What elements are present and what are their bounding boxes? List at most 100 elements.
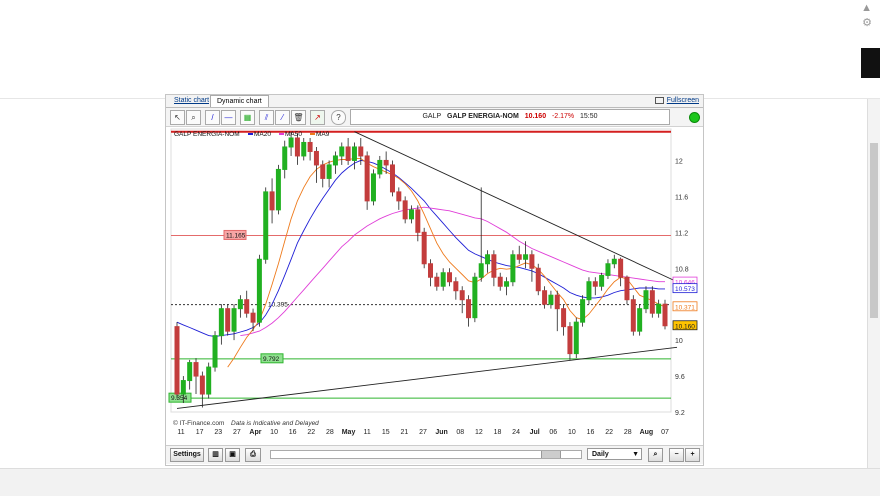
- chart-toolbar: ↖ ⌕ / — ▦ ⫽ ⁄ 🗑 ↗ ? GALP GALP ENERGIA-NO…: [166, 108, 703, 127]
- slider-thumb[interactable]: [541, 451, 561, 458]
- scroll-up-icon[interactable]: ▲: [861, 2, 872, 14]
- x-tick-label: 10: [270, 429, 278, 436]
- y-tick-label: 9.2: [675, 410, 685, 417]
- tab-dynamic-chart[interactable]: Dynamic chart: [210, 95, 269, 107]
- candle-body: [364, 155, 370, 202]
- candle-body: [193, 362, 199, 377]
- scrollbar-thumb[interactable]: [870, 143, 878, 318]
- candle-body: [618, 258, 624, 278]
- horizontal-line-label: 11.165: [226, 232, 246, 239]
- candle-body: [263, 191, 269, 260]
- candle-body: [662, 303, 668, 327]
- candle-body: [497, 276, 503, 287]
- candle-body: [294, 137, 300, 157]
- x-tick-label: 24: [512, 429, 520, 436]
- browser-top-area: ▲ ⚙: [0, 0, 880, 99]
- x-tick-label: 11: [364, 429, 371, 436]
- x-tick-label: 15: [382, 429, 390, 436]
- x-tick-label: 16: [289, 429, 297, 436]
- candle-body: [428, 263, 434, 278]
- chart-tabs: Static chart Dynamic chart Fullscreen: [166, 95, 703, 108]
- x-tick-label: Jul: [530, 429, 540, 436]
- candle-body: [339, 146, 345, 157]
- chart-type-icon[interactable]: ▥: [208, 448, 223, 462]
- fullscreen-label: Fullscreen: [666, 97, 699, 104]
- candle-body: [212, 335, 218, 368]
- page-scrollbar[interactable]: [867, 99, 880, 469]
- x-tick-label: 18: [494, 429, 502, 436]
- y-tick-label: 9.6: [675, 374, 685, 381]
- candle-body: [510, 254, 516, 283]
- legend-label: MA20: [254, 131, 271, 138]
- candle-body: [624, 276, 630, 301]
- chart-widget: Static chart Dynamic chart Fullscreen ↖ …: [165, 94, 704, 466]
- zoom-icon[interactable]: ⌕: [186, 110, 201, 125]
- footer-disclaimer: Data is Indicative and Delayed: [231, 420, 319, 427]
- cursor-icon[interactable]: ↖: [170, 110, 185, 125]
- y-tick-label: 11.2: [675, 230, 688, 237]
- x-tick-label: 28: [326, 429, 334, 436]
- indicator-icon[interactable]: ↗: [310, 110, 325, 125]
- settings-button[interactable]: Settings: [170, 448, 204, 462]
- help-icon[interactable]: ?: [331, 110, 346, 125]
- candle-body: [415, 209, 421, 233]
- candle-body: [269, 191, 275, 211]
- chart-bottom-bar: Settings ▥ ▣ ⎙ Daily ▼ ⌕ − +: [166, 445, 703, 464]
- candle-body: [332, 155, 338, 166]
- candle-body: [326, 164, 332, 179]
- x-tick-label: 08: [456, 429, 464, 436]
- period-select[interactable]: Daily ▼: [587, 448, 642, 460]
- candle-body: [573, 321, 579, 355]
- candle-body: [605, 263, 611, 276]
- candle-body: [174, 326, 180, 395]
- parallel-icon[interactable]: ⁄: [275, 110, 290, 125]
- candle-body: [643, 290, 649, 310]
- candle-body: [256, 258, 262, 323]
- candle-body: [586, 281, 592, 301]
- horizontal-line-icon[interactable]: —: [221, 110, 236, 125]
- zoom-in-icon[interactable]: +: [685, 448, 700, 462]
- x-tick-label: 27: [419, 429, 427, 436]
- candle-body: [478, 263, 484, 278]
- candle-body: [187, 362, 193, 382]
- candle-body: [440, 272, 446, 287]
- candle-body: [630, 299, 636, 332]
- ticker-change: -2.17%: [551, 113, 575, 120]
- tab-static-chart[interactable]: Static chart: [168, 95, 215, 106]
- candle-body: [561, 308, 567, 328]
- ticker-price: 10.160: [524, 113, 547, 120]
- price-tag-label: 10.573: [675, 286, 695, 293]
- x-tick-label: 27: [233, 429, 241, 436]
- candle-body: [180, 380, 186, 395]
- candle-body: [218, 308, 224, 337]
- side-panel-tab[interactable]: [861, 48, 880, 78]
- candlestick-chart[interactable]: 1211.611.210.810.4109.69.211172327Apr101…: [166, 127, 703, 445]
- candle-body: [516, 254, 522, 260]
- candle-body: [402, 200, 408, 220]
- time-range-slider[interactable]: [270, 450, 582, 459]
- candle-body: [580, 299, 586, 323]
- zoom-out-icon[interactable]: −: [669, 448, 684, 462]
- line-draw-icon[interactable]: /: [205, 110, 220, 125]
- fullscreen-link[interactable]: Fullscreen: [654, 95, 699, 106]
- horizontal-line-label: 9.792: [263, 356, 280, 363]
- price-tag-label: 10.160: [675, 323, 695, 330]
- x-tick-label: 28: [624, 429, 632, 436]
- candle-body: [567, 326, 573, 355]
- fibonacci-icon[interactable]: ▦: [240, 110, 255, 125]
- channel-icon[interactable]: ⫽: [259, 110, 274, 125]
- gear-icon[interactable]: ⚙: [862, 16, 872, 29]
- candle-body: [649, 290, 655, 314]
- y-tick-label: 11.6: [675, 194, 688, 201]
- candle-body: [656, 303, 662, 314]
- candle-body: [592, 281, 598, 287]
- page-bottom-strip: [0, 468, 880, 496]
- candle-body: [237, 299, 243, 310]
- print-icon[interactable]: ⎙: [245, 448, 261, 462]
- candle-body: [459, 290, 465, 301]
- candle-body: [529, 254, 535, 269]
- save-icon[interactable]: ▣: [225, 448, 240, 462]
- delete-icon[interactable]: 🗑: [291, 110, 306, 125]
- x-tick-label: 12: [475, 429, 483, 436]
- zoom-fit-icon[interactable]: ⌕: [648, 448, 663, 462]
